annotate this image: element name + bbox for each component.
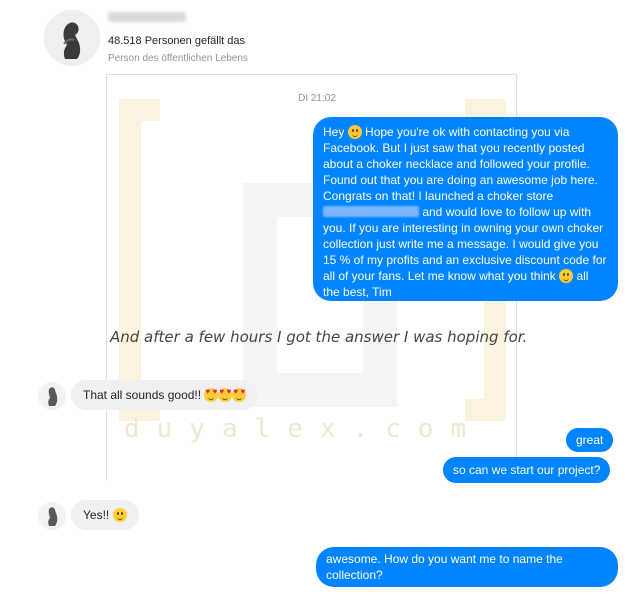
page-name-redacted: [108, 12, 186, 22]
message-text: so can we start our project?: [453, 463, 601, 477]
page-avatar[interactable]: [44, 10, 100, 66]
caption-text: And after a few hours I got the answer I…: [110, 328, 528, 346]
page-header: 48.518 Personen gefällt das Person des ö…: [0, 0, 634, 80]
watermark-text: duyalex.com: [124, 414, 484, 444]
incoming-message[interactable]: That all sounds good!!: [71, 380, 259, 410]
smiley-emoji-icon: [112, 508, 127, 522]
sender-avatar[interactable]: [38, 502, 66, 530]
likes-count: 48.518 Personen gefällt das: [108, 35, 245, 47]
outgoing-message[interactable]: Hey Hope you're ok with contacting you v…: [313, 117, 618, 301]
outgoing-message[interactable]: great: [566, 428, 614, 452]
message-text: Hope you're ok with contacting you via F…: [323, 125, 598, 203]
sender-avatar[interactable]: [38, 382, 66, 410]
heart-eyes-emoji-icon: [218, 388, 233, 402]
page-category: Person des öffentlichen Lebens: [108, 53, 248, 64]
message-text: Yes!!: [83, 508, 113, 522]
message-text: awesome. How do you want me to name the …: [326, 552, 563, 582]
message-text: That all sounds good!!: [83, 388, 205, 402]
outgoing-message[interactable]: so can we start our project?: [443, 457, 611, 483]
message-text: great: [576, 433, 604, 447]
message-timestamp: DI 21:02: [298, 93, 336, 104]
outgoing-message[interactable]: awesome. How do you want me to name the …: [316, 547, 618, 587]
smiley-emoji-icon: [347, 125, 362, 139]
heart-eyes-emoji-icon: [204, 388, 219, 402]
redacted-link[interactable]: [323, 206, 419, 217]
message-text: Hey: [323, 125, 348, 139]
smiley-emoji-icon: [559, 269, 574, 283]
incoming-message[interactable]: Yes!!: [71, 500, 139, 530]
heart-eyes-emoji-icon: [232, 388, 247, 402]
